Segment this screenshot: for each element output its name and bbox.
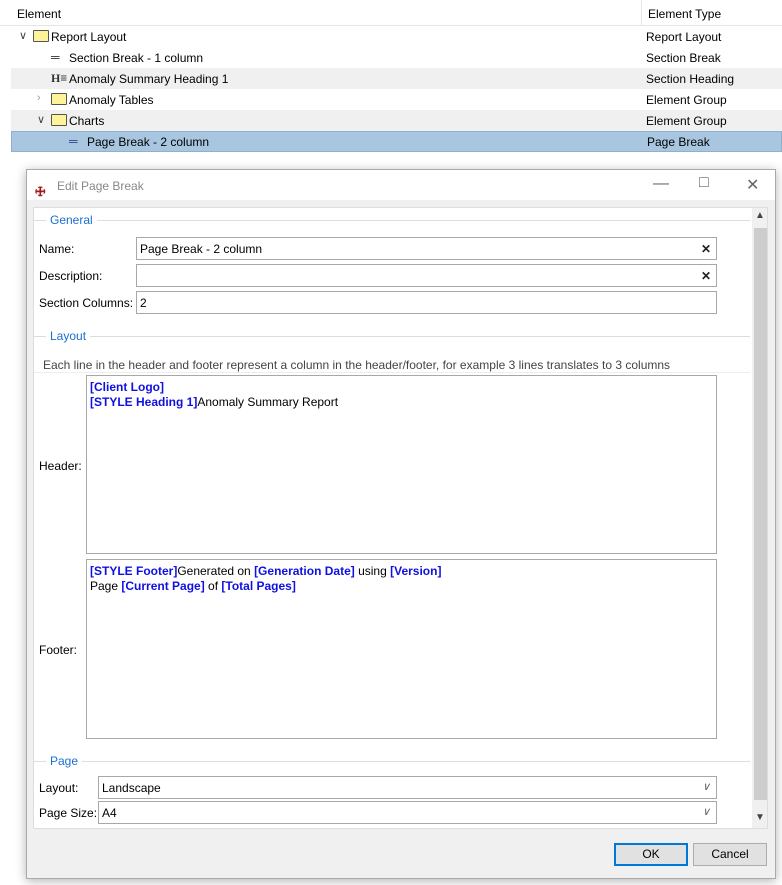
- tree-row[interactable]: ∨ Report Layout Report Layout: [11, 26, 782, 47]
- chevron-right-icon[interactable]: ›: [37, 92, 41, 104]
- cancel-button[interactable]: Cancel: [693, 843, 767, 866]
- layout-label: Layout:: [39, 781, 79, 795]
- page-size-dropdown[interactable]: A4 ∨: [98, 801, 717, 824]
- chevron-down-icon[interactable]: ∨: [19, 29, 27, 42]
- description-label: Description:: [39, 269, 103, 283]
- tree-row-label: Page Break - 2 column: [87, 135, 210, 149]
- clear-icon[interactable]: ✕: [701, 269, 711, 283]
- tree-row-type: Element Group: [646, 93, 727, 107]
- tree-row[interactable]: ∨ Charts Element Group: [11, 110, 782, 131]
- title-bar[interactable]: 🜊 Edit Page Break — □ ✕: [27, 170, 775, 200]
- footer-textarea[interactable]: [STYLE Footer]Generated on [Generation D…: [86, 559, 717, 739]
- scroll-up-icon[interactable]: ▲: [755, 210, 765, 221]
- page-size-label: Page Size:: [39, 806, 98, 820]
- page-size-value: A4: [102, 806, 117, 820]
- layout-value: Landscape: [102, 781, 161, 795]
- name-value: Page Break - 2 column: [140, 242, 263, 256]
- tree-row[interactable]: ═ Section Break - 1 column Section Break: [11, 47, 782, 68]
- edit-page-break-dialog: 🜊 Edit Page Break — □ ✕ General Name: Pa…: [26, 169, 776, 879]
- tree-header: Element Element Type: [0, 0, 782, 26]
- column-header-element[interactable]: Element: [17, 7, 61, 21]
- tree-row-label: Anomaly Tables: [69, 93, 154, 107]
- footer-label: Footer:: [39, 643, 78, 657]
- layout-hint: Each line in the header and footer repre…: [43, 358, 671, 372]
- section-columns-value: 2: [140, 296, 147, 310]
- name-field[interactable]: Page Break - 2 column ✕: [136, 237, 717, 260]
- tree-row-type: Report Layout: [646, 30, 722, 44]
- description-field[interactable]: ✕: [136, 264, 717, 287]
- tree-row-type: Section Heading: [646, 72, 735, 86]
- layout-dropdown[interactable]: Landscape ∨: [98, 776, 717, 799]
- text-run: Anomaly Summary Report: [197, 395, 339, 409]
- header-label: Header:: [39, 459, 82, 473]
- page-break-icon: ═: [69, 134, 78, 148]
- heading-icon: H≡: [51, 71, 68, 85]
- placeholder-token: [STYLE Footer]: [90, 564, 178, 578]
- folder-icon: [51, 114, 67, 126]
- placeholder-token: [Current Page]: [121, 579, 205, 593]
- text-run: Page: [90, 579, 122, 593]
- text-line: [STYLE Footer]Generated on [Generation D…: [90, 564, 713, 579]
- placeholder-token: [Version]: [390, 564, 442, 578]
- scrollbar-thumb[interactable]: [754, 228, 767, 800]
- scroll-down-icon[interactable]: ▼: [755, 812, 765, 823]
- column-header-type[interactable]: Element Type: [648, 7, 721, 21]
- text-line: [STYLE Heading 1]Anomaly Summary Report: [90, 395, 713, 410]
- app-logo-icon: 🜊: [35, 184, 46, 199]
- tree-row-label: Charts: [69, 114, 105, 128]
- layout-legend: Layout: [46, 329, 91, 343]
- section-columns-label: Section Columns:: [39, 296, 134, 310]
- tree-row-selected[interactable]: ═ Page Break - 2 column Page Break: [11, 131, 782, 152]
- ok-button[interactable]: OK: [614, 843, 688, 866]
- placeholder-token: [STYLE Heading 1]: [90, 395, 198, 409]
- tree-row-type: Section Break: [646, 51, 721, 65]
- placeholder-token: [Generation Date]: [254, 564, 355, 578]
- clear-icon[interactable]: ✕: [701, 242, 711, 256]
- chevron-down-icon: ∨: [701, 806, 710, 818]
- placeholder-token: [Total Pages]: [221, 579, 296, 593]
- section-break-icon: ═: [51, 50, 60, 64]
- chevron-down-icon: ∨: [701, 781, 710, 793]
- tree-row-label: Report Layout: [51, 30, 127, 44]
- tree-row-type: Page Break: [647, 135, 710, 149]
- chevron-down-icon[interactable]: ∨: [37, 113, 45, 126]
- tree-row-type: Element Group: [646, 114, 727, 128]
- text-run: of: [204, 579, 222, 593]
- vertical-scrollbar[interactable]: ▲ ▼: [752, 208, 767, 828]
- placeholder-token: [Client Logo]: [90, 380, 164, 394]
- folder-icon: [51, 93, 67, 105]
- page-legend: Page: [46, 754, 83, 768]
- dialog-title: Edit Page Break: [57, 179, 144, 193]
- text-run: using: [354, 564, 391, 578]
- column-divider[interactable]: [641, 0, 642, 26]
- maximize-icon[interactable]: □: [699, 174, 709, 192]
- header-textarea[interactable]: [Client Logo] [STYLE Heading 1]Anomaly Su…: [86, 375, 717, 554]
- tree-row[interactable]: H≡ Anomaly Summary Heading 1 Section Hea…: [11, 68, 782, 89]
- name-label: Name:: [39, 242, 75, 256]
- minimize-icon[interactable]: —: [653, 175, 669, 193]
- close-icon[interactable]: ✕: [746, 175, 759, 195]
- tree-row-label: Anomaly Summary Heading 1: [69, 72, 229, 86]
- tree-row-label: Section Break - 1 column: [69, 51, 204, 65]
- text-run: Generated on: [177, 564, 255, 578]
- text-line: [Client Logo]: [90, 380, 713, 395]
- general-legend: General: [46, 213, 97, 227]
- folder-icon: [33, 30, 49, 42]
- text-line: Page [Current Page] of [Total Pages]: [90, 579, 713, 594]
- section-columns-field[interactable]: 2: [136, 291, 717, 314]
- tree-row[interactable]: › Anomaly Tables Element Group: [11, 89, 782, 110]
- dialog-content: General Name: Page Break - 2 column ✕ Des…: [33, 207, 768, 829]
